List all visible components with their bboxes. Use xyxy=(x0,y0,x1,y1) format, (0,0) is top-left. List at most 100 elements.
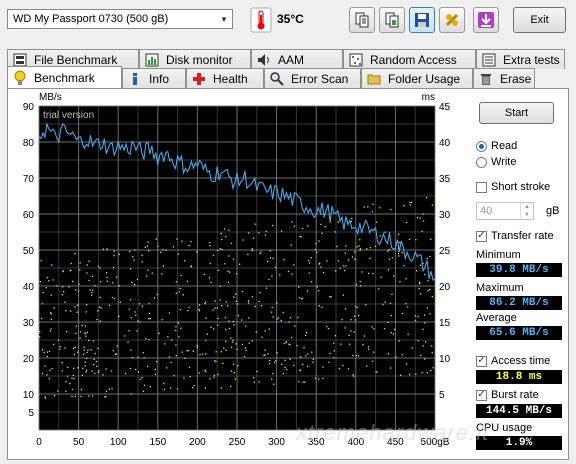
access-time-point xyxy=(75,332,77,334)
download-icon xyxy=(478,12,494,28)
short-stroke-spinner[interactable]: 40 ▲ ▼ xyxy=(476,202,534,220)
access-time-point xyxy=(384,301,386,303)
access-time-point xyxy=(366,248,368,250)
access-time-point xyxy=(233,296,235,298)
save-button[interactable] xyxy=(409,7,435,33)
burst-rate-checkbox[interactable]: ✓ Burst rate xyxy=(476,389,539,401)
access-time-point xyxy=(430,238,432,241)
access-time-point xyxy=(266,260,269,263)
access-time-point xyxy=(264,330,266,332)
download-button[interactable] xyxy=(473,7,499,33)
access-time-point xyxy=(85,371,87,373)
start-button[interactable]: Start xyxy=(479,102,554,124)
x-tick: 150 xyxy=(149,437,166,448)
access-time-point xyxy=(155,238,157,240)
access-time-point xyxy=(128,329,130,332)
burst-rate-box[interactable]: ✓ xyxy=(476,389,487,401)
access-time-box[interactable]: ✓ xyxy=(476,355,487,367)
tab-error-scan[interactable]: Error Scan xyxy=(264,68,361,88)
spinner-up-icon[interactable]: ▲ xyxy=(524,204,530,210)
access-time-point xyxy=(141,376,143,379)
access-time-point xyxy=(247,253,249,256)
access-time-point xyxy=(333,357,335,359)
access-time-point xyxy=(184,260,186,262)
access-time-point xyxy=(149,385,152,388)
read-radio[interactable]: Read xyxy=(476,140,517,152)
access-time-point xyxy=(389,367,392,369)
y-tick-right: 45 xyxy=(439,102,451,113)
exit-button[interactable]: Exit xyxy=(513,7,566,33)
access-time-point xyxy=(280,230,283,232)
access-time-point xyxy=(175,344,177,346)
access-time-point xyxy=(216,307,218,309)
access-time-point xyxy=(380,276,382,278)
transfer-rate-box[interactable]: ✓ xyxy=(476,230,487,242)
chevron-down-icon[interactable]: ▼ xyxy=(216,10,232,28)
access-time-point xyxy=(302,363,304,366)
tab-aam[interactable]: AAM xyxy=(251,49,343,69)
access-time-point xyxy=(215,360,217,363)
tab-random-access[interactable]: Random Access xyxy=(343,49,476,69)
drive-select[interactable]: WD My Passport 0730 (500 gB) ▼ xyxy=(7,9,233,29)
access-time-point xyxy=(317,378,320,380)
access-time-point xyxy=(311,351,313,353)
access-time-point xyxy=(234,378,236,380)
tab-folder-usage[interactable]: Folder Usage xyxy=(361,68,473,88)
access-time-point xyxy=(285,340,287,343)
access-time-point xyxy=(355,354,358,357)
access-time-point xyxy=(46,276,49,279)
access-time-point xyxy=(79,269,81,271)
write-radio-dot[interactable] xyxy=(476,156,487,168)
access-time-checkbox[interactable]: ✓ Access time xyxy=(476,355,550,367)
options-icon xyxy=(445,13,459,27)
options-button[interactable] xyxy=(439,7,465,33)
access-time-point xyxy=(329,296,331,298)
spinner-arrows[interactable]: ▲ ▼ xyxy=(520,203,533,219)
tab-benchmark[interactable]: Benchmark xyxy=(7,66,122,88)
access-time-point xyxy=(260,251,262,253)
tab-erase[interactable]: Erase xyxy=(473,68,535,88)
read-radio-dot[interactable] xyxy=(476,140,487,152)
access-time-point xyxy=(265,230,267,233)
tab-disk-monitor[interactable]: Disk monitor xyxy=(139,49,251,69)
access-time-point xyxy=(43,351,45,354)
tab-info[interactable]: Info xyxy=(122,68,186,88)
tab-health[interactable]: Health xyxy=(186,68,264,88)
access-time-point xyxy=(205,339,207,341)
access-time-point xyxy=(411,347,413,349)
copy-text-button[interactable] xyxy=(349,7,375,33)
tab-extra-tests[interactable]: Extra tests xyxy=(476,49,565,69)
y-tick-left: 10 xyxy=(23,390,35,401)
access-time-point xyxy=(342,294,344,296)
access-time-point xyxy=(79,262,81,264)
write-radio[interactable]: Write xyxy=(476,156,516,168)
copy-image-button[interactable] xyxy=(379,7,405,33)
access-time-point xyxy=(198,304,201,306)
access-time-point xyxy=(167,336,169,338)
access-time-point xyxy=(80,395,82,398)
transfer-rate-checkbox[interactable]: ✓ Transfer rate xyxy=(476,230,554,242)
access-time-point xyxy=(276,318,278,320)
lightbulb-icon xyxy=(12,70,28,86)
short-stroke-checkbox[interactable]: Short stroke xyxy=(476,181,550,193)
access-time-point xyxy=(390,332,392,334)
access-time-point xyxy=(130,349,132,351)
access-time-point xyxy=(61,362,63,364)
access-time-point xyxy=(106,248,108,250)
access-time-point xyxy=(268,278,270,281)
spinner-down-icon[interactable]: ▼ xyxy=(524,212,530,218)
short-stroke-box[interactable] xyxy=(476,181,487,193)
access-time-point xyxy=(421,372,423,374)
access-time-point xyxy=(98,306,101,308)
access-time-point xyxy=(236,303,239,305)
access-time-point xyxy=(347,368,350,370)
access-time-point xyxy=(79,337,81,339)
access-time-point xyxy=(44,396,46,398)
access-time-point xyxy=(416,216,419,219)
burst-rate-label: Burst rate xyxy=(491,389,539,401)
access-time-point xyxy=(424,314,426,316)
access-time-point xyxy=(198,310,201,312)
access-time-point xyxy=(302,381,304,383)
access-time-point xyxy=(213,376,215,378)
access-time-point xyxy=(284,359,286,361)
